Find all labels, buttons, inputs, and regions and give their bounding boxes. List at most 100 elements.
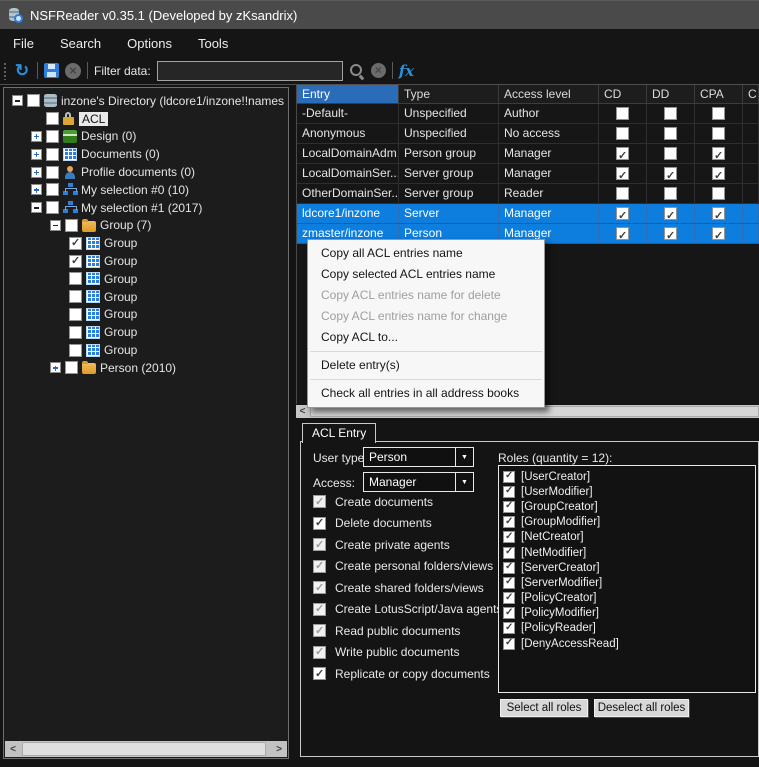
menu-item-copy-acl-to[interactable]: Copy ACL to... xyxy=(308,327,544,348)
tree-checkbox[interactable] xyxy=(65,219,78,232)
cpa-checkbox[interactable] xyxy=(712,207,725,220)
tree-checkbox[interactable] xyxy=(46,130,59,143)
column-header-access-level[interactable]: Access level xyxy=(499,85,599,104)
column-header-dd[interactable]: DD xyxy=(647,85,695,104)
permission-checkbox[interactable] xyxy=(313,667,326,680)
tree-item-my-selection-0[interactable]: My selection #0 (10) xyxy=(6,181,287,199)
tree-item-group[interactable]: Group xyxy=(6,270,287,288)
role-checkbox[interactable] xyxy=(503,501,515,513)
role-item[interactable]: [PolicyCreator] xyxy=(503,591,755,606)
tree-item-group[interactable]: Group xyxy=(6,341,287,359)
column-header-cpa[interactable]: CPA xyxy=(695,85,743,104)
permission-checkbox[interactable] xyxy=(313,517,326,530)
search-icon[interactable] xyxy=(349,63,365,79)
tree-checkbox[interactable] xyxy=(69,255,82,268)
role-checkbox[interactable] xyxy=(503,592,515,604)
role-checkbox[interactable] xyxy=(503,622,515,634)
column-header-entry[interactable]: Entry xyxy=(297,85,399,104)
dd-checkbox[interactable] xyxy=(664,127,677,140)
role-item[interactable]: [ServerModifier] xyxy=(503,575,755,590)
role-checkbox[interactable] xyxy=(503,471,515,483)
tree-checkbox[interactable] xyxy=(46,183,59,196)
role-checkbox[interactable] xyxy=(503,607,515,619)
scrollbar-thumb[interactable] xyxy=(22,742,266,756)
chevron-down-icon[interactable] xyxy=(455,473,473,491)
role-checkbox[interactable] xyxy=(503,516,515,528)
table-row-selected[interactable]: ldcore1/inzone Server Manager xyxy=(297,204,759,224)
dd-checkbox[interactable] xyxy=(664,207,677,220)
tree-checkbox[interactable] xyxy=(69,344,82,357)
role-checkbox[interactable] xyxy=(503,547,515,559)
cd-checkbox[interactable] xyxy=(616,107,629,120)
clear-search-icon[interactable] xyxy=(371,63,386,78)
cpa-checkbox[interactable] xyxy=(712,147,725,160)
role-item[interactable]: [UserModifier] xyxy=(503,484,755,499)
cpa-checkbox[interactable] xyxy=(712,187,725,200)
select-all-roles-button[interactable]: Select all roles xyxy=(500,699,588,717)
table-row[interactable]: -Default- Unspecified Author xyxy=(297,104,759,124)
tree-checkbox[interactable] xyxy=(69,272,82,285)
expand-icon[interactable] xyxy=(31,149,42,160)
role-checkbox[interactable] xyxy=(503,562,515,574)
tree-item-group[interactable]: Group xyxy=(6,234,287,252)
role-item[interactable]: [UserCreator] xyxy=(503,469,755,484)
tree-item-my-selection-1[interactable]: My selection #1 (2017) xyxy=(6,199,287,217)
role-item[interactable]: [ServerCreator] xyxy=(503,560,755,575)
cpa-checkbox[interactable] xyxy=(712,167,725,180)
save-icon[interactable] xyxy=(44,63,59,78)
role-item[interactable]: [NetCreator] xyxy=(503,530,755,545)
expand-icon[interactable] xyxy=(31,131,42,142)
cpa-checkbox[interactable] xyxy=(712,127,725,140)
tree-item-profile-documents[interactable]: Profile documents (0) xyxy=(6,163,287,181)
role-item[interactable]: [NetModifier] xyxy=(503,545,755,560)
role-item[interactable]: [PolicyReader] xyxy=(503,621,755,636)
scroll-right-icon[interactable] xyxy=(271,741,287,757)
menu-file[interactable]: File xyxy=(0,31,47,56)
dd-checkbox[interactable] xyxy=(664,167,677,180)
tree-item-group-folder[interactable]: Group (7) xyxy=(6,217,287,235)
tree-checkbox[interactable] xyxy=(69,326,82,339)
deselect-all-roles-button[interactable]: Deselect all roles xyxy=(594,699,689,717)
tree-checkbox[interactable] xyxy=(65,361,78,374)
cd-checkbox[interactable] xyxy=(616,167,629,180)
role-checkbox[interactable] xyxy=(503,577,515,589)
menu-options[interactable]: Options xyxy=(114,31,185,56)
collapse-icon[interactable] xyxy=(31,202,42,213)
tree-checkbox[interactable] xyxy=(46,201,59,214)
role-item[interactable]: [PolicyModifier] xyxy=(503,606,755,621)
menu-item-delete-entry[interactable]: Delete entry(s) xyxy=(308,355,544,376)
menu-search[interactable]: Search xyxy=(47,31,114,56)
tree-checkbox[interactable] xyxy=(27,94,40,107)
title-bar[interactable]: NSFReader v0.35.1 (Developed by zKsandri… xyxy=(0,1,759,29)
role-checkbox[interactable] xyxy=(503,531,515,543)
cpa-checkbox[interactable] xyxy=(712,227,725,240)
fx-icon[interactable]: fx xyxy=(399,62,414,80)
role-item[interactable]: [DenyAccessRead] xyxy=(503,636,755,651)
refresh-icon[interactable] xyxy=(13,62,31,79)
tree-item-group[interactable]: Group xyxy=(6,306,287,324)
dd-checkbox[interactable] xyxy=(664,227,677,240)
tree-item-group[interactable]: Group xyxy=(6,252,287,270)
tree-item-person-folder[interactable]: Person (2010) xyxy=(6,359,287,377)
tree-checkbox[interactable] xyxy=(46,148,59,161)
filter-input[interactable] xyxy=(157,61,343,81)
chevron-down-icon[interactable] xyxy=(455,448,473,466)
cd-checkbox[interactable] xyxy=(616,227,629,240)
cd-checkbox[interactable] xyxy=(616,147,629,160)
tree-item-group[interactable]: Group xyxy=(6,323,287,341)
tree-checkbox[interactable] xyxy=(46,166,59,179)
tree-checkbox[interactable] xyxy=(69,290,82,303)
menu-item-copy-all[interactable]: Copy all ACL entries name xyxy=(308,243,544,264)
tree-item-design[interactable]: Design (0) xyxy=(6,128,287,146)
tab-acl-entry[interactable]: ACL Entry xyxy=(302,423,376,443)
access-dropdown[interactable]: Manager xyxy=(363,472,474,492)
role-item[interactable]: [GroupModifier] xyxy=(503,515,755,530)
expand-icon[interactable] xyxy=(50,362,61,373)
cd-checkbox[interactable] xyxy=(616,127,629,140)
menu-item-check-all-entries[interactable]: Check all entries in all address books xyxy=(308,383,544,404)
role-checkbox[interactable] xyxy=(503,486,515,498)
scroll-left-icon[interactable] xyxy=(5,741,21,757)
cd-checkbox[interactable] xyxy=(616,187,629,200)
collapse-icon[interactable] xyxy=(50,220,61,231)
dd-checkbox[interactable] xyxy=(664,147,677,160)
